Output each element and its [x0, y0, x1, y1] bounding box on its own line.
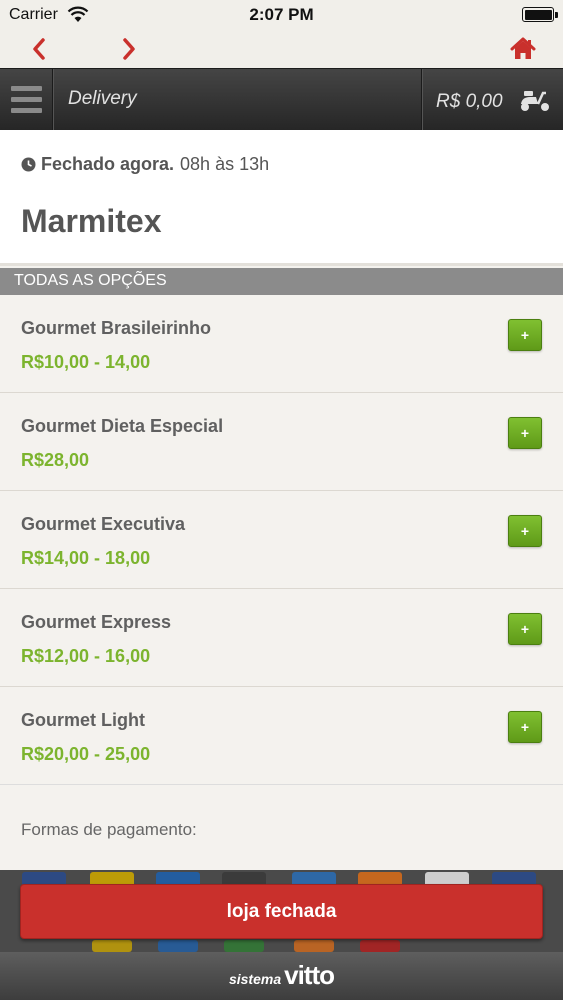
product-price: R$20,00 - 25,00 — [21, 744, 151, 764]
add-button[interactable]: + — [508, 319, 542, 351]
hamburger-icon — [11, 86, 42, 91]
clock-icon — [21, 157, 36, 172]
status-bar: Carrier 2:07 PM — [0, 0, 563, 30]
chevron-right-icon[interactable] — [113, 34, 143, 64]
product-price: R$10,00 - 14,00 — [21, 352, 151, 372]
store-hours-range: 08h às 13h — [180, 154, 270, 174]
product-item[interactable]: Gourmet Executiva R$14,00 - 18,00 + — [0, 491, 563, 589]
product-price: R$12,00 - 16,00 — [21, 646, 151, 666]
product-item[interactable]: Gourmet Dieta Especial R$28,00 + — [0, 393, 563, 491]
section-title: TODAS AS OPÇÕES — [14, 272, 167, 289]
product-name: Gourmet Light — [21, 710, 145, 730]
product-item[interactable]: Gourmet Express R$12,00 - 16,00 + — [0, 589, 563, 687]
clock-time: 2:07 PM — [249, 5, 314, 24]
product-price: R$28,00 — [21, 450, 90, 470]
chevron-left-icon[interactable] — [25, 34, 55, 64]
menu-button[interactable] — [0, 69, 53, 131]
home-icon[interactable] — [508, 34, 538, 64]
store-info: Fechado agora. 08h às 13h Marmitex — [0, 130, 563, 266]
browser-nav-bar — [0, 30, 563, 68]
cart-button[interactable]: R$ 0,00 — [421, 69, 563, 131]
product-item[interactable]: Gourmet Light R$20,00 - 25,00 + — [0, 687, 563, 785]
brand-logo: sistema vitto — [228, 960, 335, 990]
store-name: Marmitex — [21, 203, 162, 239]
footer-brand: sistema vitto — [0, 952, 563, 1000]
store-status: Fechado agora. — [41, 154, 175, 174]
app-header: Delivery R$ 0,00 — [0, 68, 563, 131]
product-name: Gourmet Brasileirinho — [21, 318, 212, 338]
section-header: TODAS AS OPÇÕES — [0, 268, 563, 295]
product-name: Gourmet Dieta Especial — [21, 416, 224, 436]
add-button[interactable]: + — [508, 417, 542, 449]
product-name: Gourmet Express — [21, 612, 172, 632]
product-item[interactable]: Gourmet Brasileirinho R$10,00 - 14,00 + — [0, 295, 563, 393]
store-closed-button[interactable]: loja fechada — [20, 884, 543, 939]
scooter-icon — [521, 91, 549, 111]
app-title: Delivery — [68, 88, 137, 109]
battery-icon — [522, 7, 558, 22]
product-list: Gourmet Brasileirinho R$10,00 - 14,00 + … — [0, 295, 563, 785]
cart-total: R$ 0,00 — [436, 91, 503, 112]
payment-methods-label: Formas de pagamento: — [21, 820, 197, 839]
add-button[interactable]: + — [508, 613, 542, 645]
product-price: R$14,00 - 18,00 — [21, 548, 151, 568]
store-hours: Fechado agora. 08h às 13h — [21, 154, 269, 175]
product-name: Gourmet Executiva — [21, 514, 186, 534]
add-button[interactable]: + — [508, 515, 542, 547]
add-button[interactable]: + — [508, 711, 542, 743]
